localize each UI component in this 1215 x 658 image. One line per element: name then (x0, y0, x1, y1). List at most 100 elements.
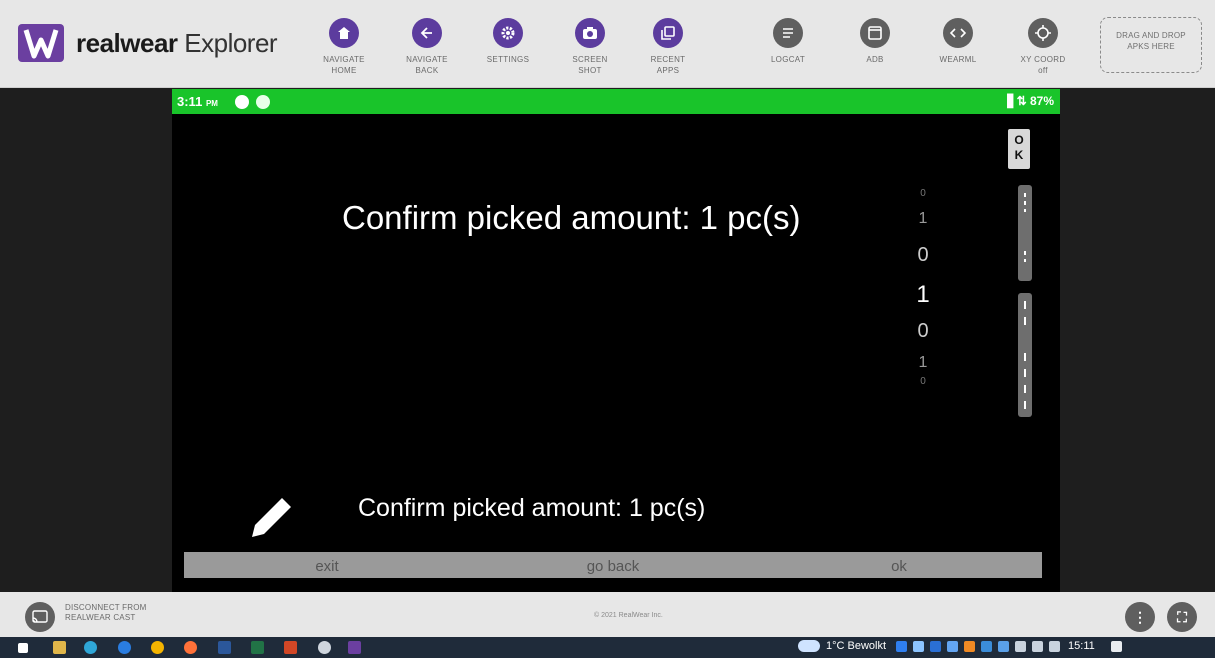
camera-icon (575, 18, 605, 48)
system-tray: 1°C Bewolkt 15:11 (798, 640, 1122, 652)
brand-light: Explorer (184, 27, 278, 58)
chrome-icon[interactable] (151, 641, 164, 654)
tray-app-icon[interactable] (930, 640, 942, 652)
network-icon[interactable] (1032, 640, 1044, 652)
cast-icon[interactable] (25, 602, 55, 632)
code-icon (943, 18, 973, 48)
gear-icon (493, 18, 523, 48)
pencil-icon[interactable] (246, 491, 298, 548)
tray-app-icon[interactable] (964, 640, 976, 652)
status-circle-icon (235, 95, 249, 109)
more-options-icon[interactable]: ⋮ (1125, 602, 1155, 632)
top-toolbar: realwear Explorer NAVIGATE HOME NAVIGATE B… (0, 0, 1215, 88)
tray-app-icon[interactable] (998, 640, 1010, 652)
weather-icon (798, 640, 820, 652)
copyright-text: © 2021 RealWear Inc. (594, 612, 663, 619)
settings-label: SETTINGS (486, 55, 530, 64)
weather-text[interactable]: 1°C Bewolkt (826, 640, 886, 652)
scroll-handle-lower[interactable] (1018, 293, 1032, 417)
navigate-home-label-2: HOME (331, 66, 357, 75)
file-explorer-icon[interactable] (53, 641, 66, 654)
settings-app-icon[interactable] (318, 641, 331, 654)
xy-coord-state: off (1038, 66, 1048, 75)
clock[interactable]: 15:11 (1068, 640, 1095, 652)
notifications-icon[interactable] (1110, 640, 1122, 652)
realwear-app-icon[interactable] (348, 641, 361, 654)
wearml-button[interactable]: WEARML (918, 18, 998, 65)
screenshot-label-2: SHOT (578, 66, 602, 75)
cast-label-1: DISCONNECT FROM (65, 603, 147, 612)
picker-value: 1 (918, 354, 928, 371)
exit-action[interactable]: exit (184, 552, 470, 578)
apk-dropzone[interactable]: DRAG AND DROP APKS HERE (1100, 17, 1202, 73)
home-icon (329, 18, 359, 48)
edge-icon[interactable] (84, 641, 97, 654)
wearml-label: WEARML (939, 55, 977, 64)
logcat-button[interactable]: LOGCAT (748, 18, 828, 65)
recent-apps-label-2: APPS (656, 66, 680, 75)
adb-button[interactable]: ADB (835, 18, 915, 65)
volume-icon[interactable] (1049, 640, 1061, 652)
picker-value-selected: 1 (916, 281, 930, 308)
device-screen[interactable]: 3:11 PM ▋⇅ 87% Confirm picked amount: 1 … (172, 89, 1060, 592)
crosshair-icon (1028, 18, 1058, 48)
voice-action-bar: exit go back ok (184, 552, 1042, 578)
ok-side-label-2: K (1014, 148, 1024, 162)
picker-value: 0 (917, 244, 929, 266)
adb-label: ADB (866, 55, 884, 64)
battery-icon[interactable] (1015, 640, 1027, 652)
excel-icon[interactable] (251, 641, 264, 654)
status-battery: ▋⇅ 87% (1007, 94, 1054, 108)
go-back-action[interactable]: go back (470, 552, 756, 578)
windows-taskbar: 1°C Bewolkt 15:11 (0, 637, 1215, 658)
app-title: realwear Explorer (76, 27, 278, 59)
confirm-prompt-secondary: Confirm picked amount: 1 pc(s) (358, 494, 706, 522)
dropzone-label-2: APKS HERE (1127, 42, 1175, 51)
ie-icon[interactable] (118, 641, 131, 654)
picker-value: 0 (920, 376, 926, 387)
firefox-icon[interactable] (184, 641, 197, 654)
picker-value: 0 (917, 320, 929, 342)
logcat-label: LOGCAT (770, 55, 806, 64)
status-time: 3:11 PM (177, 94, 218, 109)
window-icon (860, 18, 890, 48)
confirm-prompt: Confirm picked amount: 1 pc(s) (342, 199, 801, 236)
tray-app-icon[interactable] (947, 640, 959, 652)
brand-bold: realwear (76, 27, 178, 58)
picker-value: 1 (918, 210, 928, 227)
fullscreen-icon[interactable]: ⛶ (1167, 602, 1197, 632)
navigate-home-label-1: NAVIGATE (323, 55, 365, 64)
status-sync-icon (256, 95, 270, 109)
windows-start-icon[interactable] (18, 643, 28, 653)
bottom-bar: DISCONNECT FROM REALWEAR CAST © 2021 Rea… (0, 592, 1215, 637)
navigate-home-button[interactable]: NAVIGATE HOME (304, 18, 384, 76)
ok-action[interactable]: ok (756, 552, 1042, 578)
cast-label-2: REALWEAR CAST (65, 613, 136, 622)
screenshot-label-1: SCREEN (572, 55, 608, 64)
powerpoint-icon[interactable] (284, 641, 297, 654)
navigate-back-button[interactable]: NAVIGATE BACK (387, 18, 467, 76)
realwear-logo: realwear Explorer (18, 24, 278, 62)
number-picker[interactable]: 0 1 0 1 0 1 0 (912, 189, 934, 387)
recent-apps-icon (653, 18, 683, 48)
word-icon[interactable] (218, 641, 231, 654)
dropzone-label-1: DRAG AND DROP (1116, 31, 1186, 40)
disconnect-cast-button[interactable]: DISCONNECT FROM REALWEAR CAST (65, 603, 147, 623)
arrow-left-icon (412, 18, 442, 48)
settings-button[interactable]: SETTINGS (468, 18, 548, 65)
realwear-logo-icon (18, 24, 64, 62)
scroll-handle-upper[interactable] (1018, 185, 1032, 281)
picker-value: 0 (920, 188, 926, 199)
ok-side-button[interactable]: O K (1008, 129, 1030, 169)
bluetooth-icon[interactable] (896, 640, 908, 652)
screenshot-button[interactable]: SCREEN SHOT (550, 18, 630, 76)
android-status-bar: 3:11 PM ▋⇅ 87% (172, 89, 1060, 114)
recent-apps-button[interactable]: RECENT APPS (628, 18, 708, 76)
xy-coord-button[interactable]: XY COORD off (1003, 18, 1083, 76)
navigate-back-label-1: NAVIGATE (406, 55, 448, 64)
tray-app-icon[interactable] (913, 640, 925, 652)
recent-apps-label-1: RECENT (650, 55, 686, 64)
navigate-back-label-2: BACK (415, 66, 439, 75)
xy-coord-label: XY COORD (1020, 55, 1066, 64)
tray-app-icon[interactable] (981, 640, 993, 652)
